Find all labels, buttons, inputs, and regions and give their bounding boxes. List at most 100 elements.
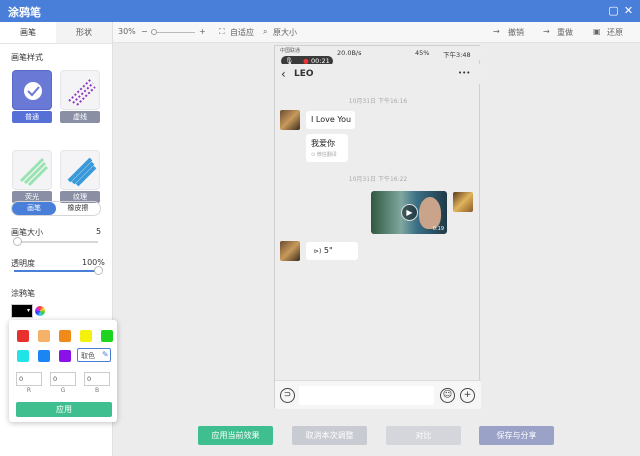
view-toolbar: 30% − + ⛶ 自适应 ⌕ 原大小 → 撤销 → 重做 ▣ 还原: [113, 22, 640, 43]
check-icon: [24, 82, 42, 100]
magnify-icon[interactable]: ⌕: [263, 27, 267, 37]
voice-wave-icon: ⊳): [314, 248, 322, 255]
original-size-button[interactable]: 原大小: [273, 27, 297, 38]
zoom-level: 30%: [118, 27, 136, 36]
color-swatch[interactable]: [38, 350, 50, 362]
add-icon[interactable]: +: [460, 388, 475, 403]
timestamp-1: 10月31日 下午16:16: [348, 98, 408, 105]
fit-icon[interactable]: ⛶: [219, 27, 225, 37]
neon-stroke-icon: [19, 157, 49, 187]
color-wheel-icon[interactable]: [35, 306, 45, 316]
voice-duration: 5": [323, 246, 333, 255]
color-picker-popup: 取色 ✎ 0 0 0 R G B 应用: [9, 320, 117, 422]
opacity-slider[interactable]: [14, 266, 103, 275]
tab-brush[interactable]: 画笔: [0, 22, 56, 43]
zoom-slider[interactable]: [151, 29, 195, 35]
color-swatch[interactable]: [59, 350, 71, 362]
cancel-adjust-button[interactable]: 取消本次调整: [292, 426, 367, 445]
brush-dashed-label: 虚线: [60, 111, 100, 123]
zoom-in-button[interactable]: +: [199, 27, 206, 36]
undo-button[interactable]: 撤销: [508, 27, 524, 38]
red-input[interactable]: 0: [16, 372, 42, 386]
emoji-icon[interactable]: ☺: [440, 388, 455, 403]
brush-texture-thumb: [60, 150, 100, 190]
dashed-stroke-icon: [68, 78, 96, 106]
redo-button[interactable]: 重做: [557, 27, 573, 38]
eyedropper-icon: ✎: [102, 350, 109, 359]
size-value: 5: [96, 227, 102, 236]
brush-texture[interactable]: 纹理: [60, 150, 100, 204]
size-slider-handle[interactable]: [13, 237, 23, 246]
size-slider[interactable]: [13, 237, 98, 246]
more-icon[interactable]: •••: [458, 69, 470, 77]
translation-source: ⊙ 微信翻译: [311, 152, 337, 158]
color-swatch[interactable]: [59, 330, 71, 342]
maximize-icon[interactable]: ▢: [608, 5, 619, 16]
opacity-label: 透明度: [11, 259, 35, 268]
eyedropper-button[interactable]: 取色 ✎: [77, 348, 111, 362]
brush-neon-thumb: [12, 150, 52, 190]
brush-normal[interactable]: 普通: [12, 70, 52, 124]
pen-color-label: 涂鸦笔: [11, 289, 35, 298]
chevron-down-icon: ▾: [26, 307, 30, 314]
avatar-contact-2: [280, 241, 300, 261]
apply-color-button[interactable]: 应用: [16, 402, 112, 417]
zoom-slider-handle[interactable]: [151, 29, 157, 35]
voice-message[interactable]: ⊳) 5": [306, 242, 358, 260]
video-thumbnail[interactable]: ▶ 0:19: [371, 191, 447, 234]
opacity-slider-fill: [14, 270, 98, 272]
voice-input-icon[interactable]: ⊃: [280, 388, 295, 403]
fit-button[interactable]: 自适应: [230, 27, 254, 38]
undo-icon[interactable]: →: [493, 27, 500, 36]
tab-shape[interactable]: 形状: [56, 22, 112, 43]
opacity-value: 100%: [82, 258, 105, 267]
color-swatch[interactable]: [101, 330, 113, 342]
app-title: 涂鸦笔: [8, 6, 41, 19]
redo-icon[interactable]: →: [543, 27, 550, 36]
translation-text: 我爱你: [311, 139, 335, 148]
chat-input-bar: ⊃ ☺ +: [275, 380, 481, 409]
brush-dashed-thumb: [60, 70, 100, 110]
blue-label: B: [94, 387, 100, 394]
compare-button[interactable]: 对比: [386, 426, 461, 445]
title-bar: 涂鸦笔 ▢ ✕: [0, 0, 640, 22]
play-icon[interactable]: ▶: [401, 204, 418, 221]
brush-dashed[interactable]: 虚线: [60, 70, 100, 124]
color-swatch[interactable]: [80, 330, 92, 342]
message-input[interactable]: [299, 386, 434, 405]
back-icon[interactable]: ‹: [281, 67, 286, 81]
restore-button[interactable]: 还原: [607, 27, 623, 38]
green-input[interactable]: 0: [50, 372, 76, 386]
message-bubble: I Love You: [306, 111, 355, 129]
color-swatch[interactable]: [17, 330, 29, 342]
zoom-out-button[interactable]: −: [141, 27, 148, 36]
avatar-self: [453, 192, 473, 212]
close-icon[interactable]: ✕: [623, 5, 634, 16]
mode-toggle: 画笔 橡皮擦: [11, 201, 101, 216]
mode-brush[interactable]: 画笔: [12, 202, 56, 215]
video-duration: 0:19: [432, 226, 444, 232]
phone-screenshot[interactable]: 中国联通 20.0B/s 45% 下午3:48 🎙 ● 00:21 ‹ LEO …: [274, 45, 481, 409]
chat-header: ‹ LEO •••: [275, 64, 481, 84]
translation-bubble: 我爱你 ⊙ 微信翻译: [306, 134, 348, 162]
save-share-button[interactable]: 保存与分享: [479, 426, 554, 445]
blue-input[interactable]: 0: [84, 372, 110, 386]
carrier: 中国联通: [280, 48, 301, 54]
brush-style-label: 画笔样式: [11, 53, 43, 62]
color-swatch[interactable]: [38, 330, 50, 342]
brush-neon[interactable]: 荧光: [12, 150, 52, 204]
texture-stroke-icon: [67, 157, 97, 187]
restore-icon[interactable]: ▣: [593, 27, 601, 36]
red-label: R: [26, 387, 32, 394]
opacity-slider-handle[interactable]: [94, 266, 103, 275]
color-dropdown[interactable]: ▾: [11, 304, 33, 318]
brush-normal-label: 普通: [12, 111, 52, 123]
apply-current-button[interactable]: 应用当前效果: [198, 426, 273, 445]
color-swatch[interactable]: [17, 350, 29, 362]
brush-normal-thumb: [12, 70, 52, 110]
contact-name: LEO: [294, 69, 314, 79]
eyedropper-label: 取色: [81, 352, 95, 360]
tool-tabs: 画笔 形状: [0, 22, 112, 44]
mode-eraser[interactable]: 橡皮擦: [56, 202, 100, 215]
green-label: G: [60, 387, 66, 394]
